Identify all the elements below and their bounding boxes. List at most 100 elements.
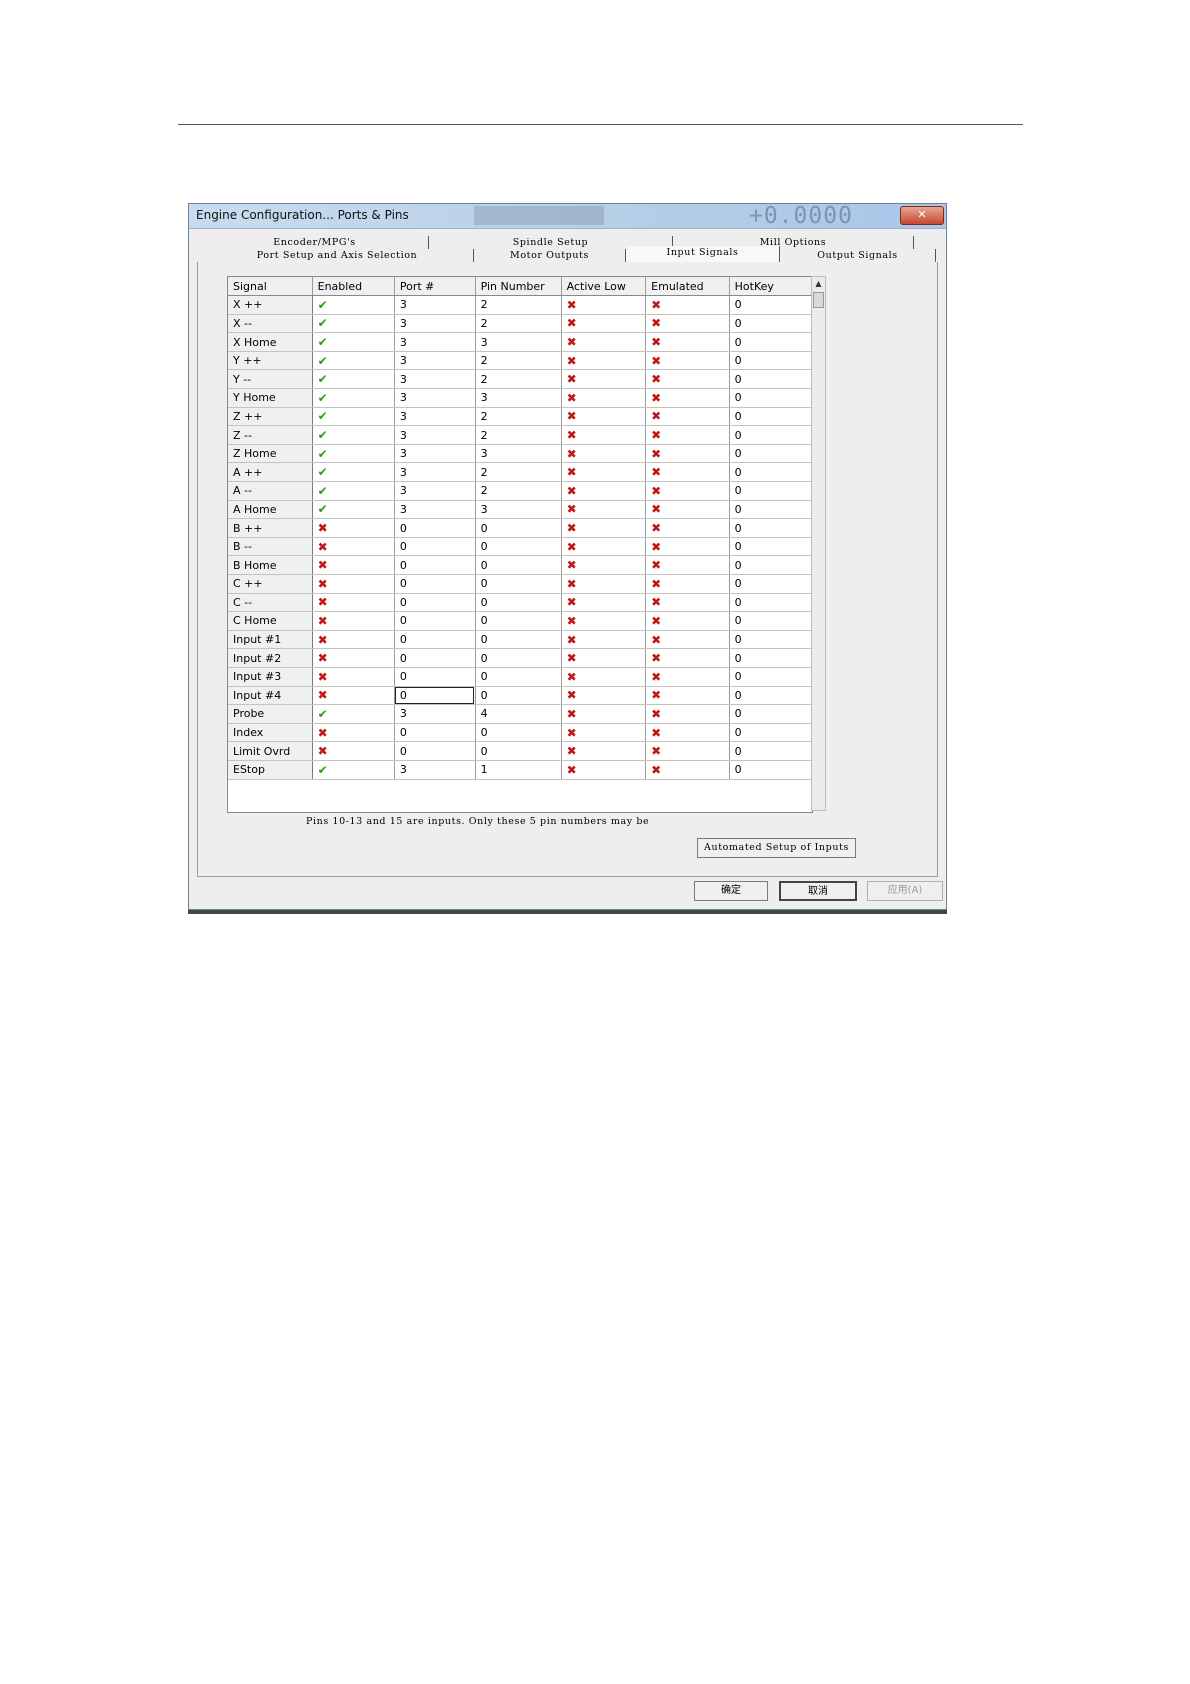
pin-cell[interactable]: 0 <box>475 648 562 668</box>
table-row[interactable]: B Home ✖ 0 0 ✖ ✖ 0 <box>228 555 812 575</box>
active-low-cell[interactable]: ✖ <box>561 295 647 315</box>
emulated-cell[interactable]: ✖ <box>645 500 730 520</box>
enabled-cell[interactable]: ✖ <box>312 741 395 761</box>
active-low-cell[interactable]: ✖ <box>561 481 647 501</box>
active-low-cell[interactable]: ✖ <box>561 593 647 613</box>
pin-cell[interactable]: 0 <box>475 574 562 594</box>
enabled-cell[interactable]: ✔ <box>312 500 395 520</box>
hotkey-cell[interactable]: 0 <box>729 648 812 668</box>
hotkey-cell[interactable]: 0 <box>729 332 812 352</box>
table-row[interactable]: Input #2 ✖ 0 0 ✖ ✖ 0 <box>228 648 812 668</box>
grid-scrollbar[interactable]: ▲ <box>811 276 826 811</box>
pin-cell[interactable]: 2 <box>475 462 562 483</box>
pin-cell[interactable]: 2 <box>475 295 562 315</box>
hotkey-cell[interactable]: 0 <box>729 555 812 575</box>
active-low-cell[interactable]: ✖ <box>561 667 647 687</box>
hotkey-cell[interactable]: 0 <box>729 537 812 557</box>
emulated-cell[interactable]: ✖ <box>645 648 730 668</box>
table-row[interactable]: Z ++ ✔ 3 2 ✖ ✖ 0 <box>228 407 812 427</box>
tab-encoder-mpg[interactable]: Encoder/MPG's <box>201 236 429 249</box>
emulated-cell[interactable]: ✖ <box>645 537 730 557</box>
table-row[interactable]: Y -- ✔ 3 2 ✖ ✖ 0 <box>228 369 812 390</box>
enabled-cell[interactable]: ✖ <box>312 574 395 594</box>
col-header-enabled[interactable]: Enabled <box>312 277 395 297</box>
table-row[interactable]: X -- ✔ 3 2 ✖ ✖ 0 <box>228 314 812 334</box>
hotkey-cell[interactable]: 0 <box>729 704 812 724</box>
port-cell[interactable]: 0 <box>394 611 476 631</box>
port-cell[interactable]: 3 <box>394 462 476 483</box>
port-cell[interactable]: 3 <box>394 425 476 445</box>
table-row[interactable]: Input #4 ✖ 0 0 ✖ ✖ 0 <box>228 686 812 706</box>
enabled-cell[interactable]: ✖ <box>312 630 395 650</box>
port-cell[interactable]: 0 <box>394 723 476 743</box>
table-row[interactable]: B -- ✖ 0 0 ✖ ✖ 0 <box>228 537 812 557</box>
tab-output-signals[interactable]: Output Signals <box>780 249 936 262</box>
table-row[interactable]: A ++ ✔ 3 2 ✖ ✖ 0 <box>228 462 812 483</box>
pin-cell[interactable]: 0 <box>475 686 562 706</box>
active-low-cell[interactable]: ✖ <box>561 425 647 445</box>
port-cell[interactable]: 0 <box>394 518 476 538</box>
pin-cell[interactable]: 0 <box>475 723 562 743</box>
emulated-cell[interactable]: ✖ <box>645 444 730 464</box>
active-low-cell[interactable]: ✖ <box>561 518 647 538</box>
emulated-cell[interactable]: ✖ <box>645 462 730 483</box>
port-cell[interactable]: 3 <box>394 332 476 352</box>
port-cell[interactable]: 3 <box>394 314 476 334</box>
active-low-cell[interactable]: ✖ <box>561 314 647 334</box>
enabled-cell[interactable]: ✖ <box>312 648 395 668</box>
table-row[interactable]: A -- ✔ 3 2 ✖ ✖ 0 <box>228 481 812 501</box>
emulated-cell[interactable]: ✖ <box>645 667 730 687</box>
col-header-pin-number[interactable]: Pin Number <box>475 277 562 297</box>
table-row[interactable]: C Home ✖ 0 0 ✖ ✖ 0 <box>228 611 812 631</box>
hotkey-cell[interactable]: 0 <box>729 295 812 315</box>
port-cell[interactable]: 3 <box>394 481 476 501</box>
tab-motor-outputs[interactable]: Motor Outputs <box>474 249 626 262</box>
emulated-cell[interactable]: ✖ <box>645 295 730 315</box>
port-cell[interactable]: 0 <box>394 555 476 575</box>
enabled-cell[interactable]: ✔ <box>312 462 395 483</box>
pin-cell[interactable]: 0 <box>475 518 562 538</box>
port-cell[interactable]: 0 <box>394 686 476 706</box>
active-low-cell[interactable]: ✖ <box>561 760 647 780</box>
hotkey-cell[interactable]: 0 <box>729 686 812 706</box>
col-header-emulated[interactable]: Emulated <box>645 277 730 297</box>
pin-cell[interactable]: 2 <box>475 314 562 334</box>
port-cell[interactable]: 3 <box>394 500 476 520</box>
hotkey-cell[interactable]: 0 <box>729 723 812 743</box>
pin-cell[interactable]: 0 <box>475 630 562 650</box>
enabled-cell[interactable]: ✔ <box>312 425 395 445</box>
pin-cell[interactable]: 0 <box>475 667 562 687</box>
table-row[interactable]: Input #1 ✖ 0 0 ✖ ✖ 0 <box>228 630 812 650</box>
hotkey-cell[interactable]: 0 <box>729 667 812 687</box>
emulated-cell[interactable]: ✖ <box>645 723 730 743</box>
enabled-cell[interactable]: ✖ <box>312 667 395 687</box>
enabled-cell[interactable]: ✖ <box>312 537 395 557</box>
emulated-cell[interactable]: ✖ <box>645 704 730 724</box>
emulated-cell[interactable]: ✖ <box>645 351 730 371</box>
active-low-cell[interactable]: ✖ <box>561 704 647 724</box>
emulated-cell[interactable]: ✖ <box>645 388 730 408</box>
ok-button[interactable]: 确定 <box>694 881 768 901</box>
col-header-signal[interactable]: Signal <box>228 277 313 297</box>
enabled-cell[interactable]: ✖ <box>312 518 395 538</box>
close-button[interactable]: ✕ <box>900 206 944 225</box>
port-cell[interactable]: 0 <box>394 667 476 687</box>
enabled-cell[interactable]: ✖ <box>312 555 395 575</box>
hotkey-cell[interactable]: 0 <box>729 425 812 445</box>
enabled-cell[interactable]: ✔ <box>312 314 395 334</box>
emulated-cell[interactable]: ✖ <box>645 518 730 538</box>
col-header-port[interactable]: Port # <box>394 277 476 297</box>
pin-cell[interactable]: 2 <box>475 369 562 390</box>
port-cell[interactable]: 3 <box>394 407 476 427</box>
active-low-cell[interactable]: ✖ <box>561 444 647 464</box>
pin-cell[interactable]: 1 <box>475 760 562 780</box>
enabled-cell[interactable]: ✖ <box>312 611 395 631</box>
pin-cell[interactable]: 2 <box>475 425 562 445</box>
port-cell[interactable]: 3 <box>394 760 476 780</box>
port-cell[interactable]: 0 <box>394 537 476 557</box>
port-cell[interactable]: 0 <box>394 574 476 594</box>
col-header-active-low[interactable]: Active Low <box>561 277 647 297</box>
emulated-cell[interactable]: ✖ <box>645 425 730 445</box>
hotkey-cell[interactable]: 0 <box>729 500 812 520</box>
active-low-cell[interactable]: ✖ <box>561 500 647 520</box>
